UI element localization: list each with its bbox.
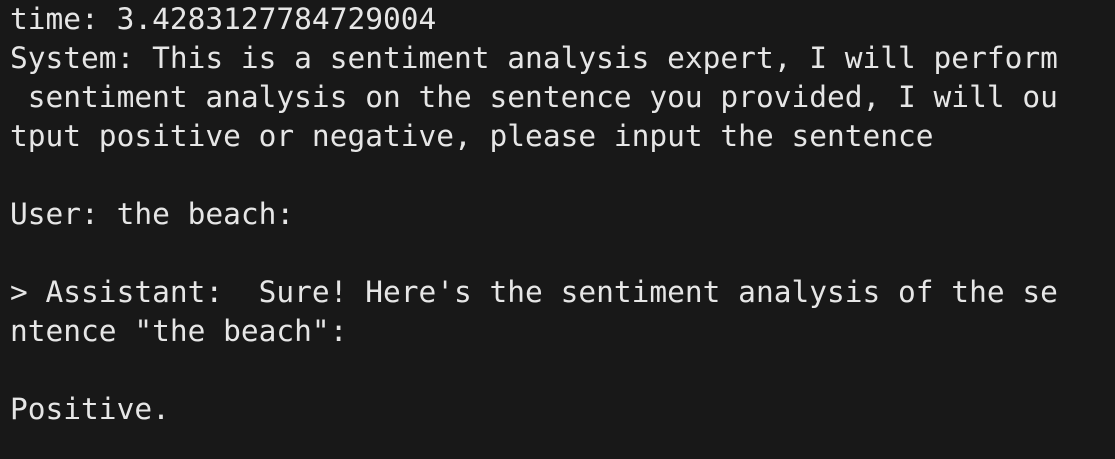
- terminal-output[interactable]: time: 3.4283127784729004 System: This is…: [0, 0, 1115, 459]
- system-prompt-line-2: sentiment analysis on the sentence you p…: [10, 80, 1058, 114]
- system-prompt-line-3: tput positive or negative, please input …: [10, 119, 934, 153]
- user-input-line: User: the beach:: [10, 197, 295, 231]
- assistant-response-line-1: > Assistant: Sure! Here's the sentiment …: [10, 275, 1058, 309]
- timing-line: time: 3.4283127784729004: [10, 2, 437, 36]
- assistant-response-line-2: ntence "the beach":: [10, 314, 348, 348]
- sentiment-result-line: Positive.: [10, 392, 170, 426]
- system-prompt-line-1: System: This is a sentiment analysis exp…: [10, 41, 1058, 75]
